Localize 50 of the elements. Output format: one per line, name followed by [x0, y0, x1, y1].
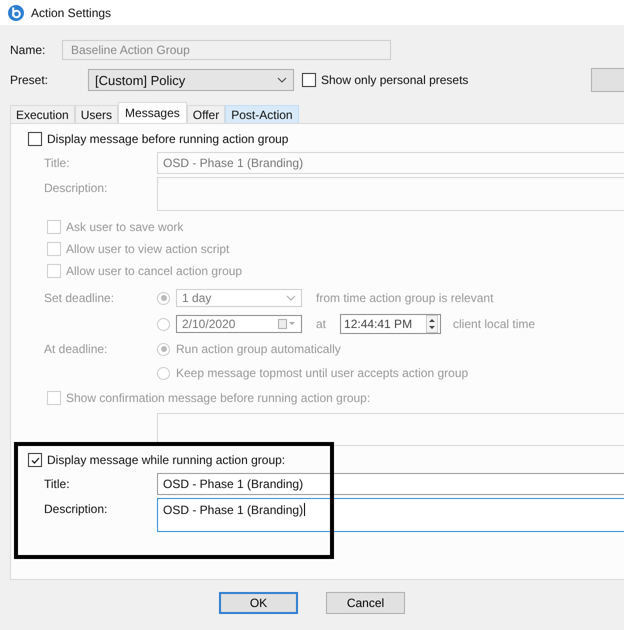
time-field[interactable]: 12:44:41 PM: [340, 314, 442, 334]
radio-label: Run action group automatically: [176, 342, 341, 356]
checkbox-label: Display message before running action group: [47, 132, 288, 146]
field-label: Preset:: [9, 73, 50, 87]
duration-dropdown[interactable]: 1 day: [176, 289, 302, 307]
date-picker[interactable]: 2/10/2020: [176, 315, 302, 333]
radio-button[interactable]: [157, 292, 170, 304]
chevron-icon: [277, 77, 287, 83]
calendar-icon: [278, 319, 296, 329]
field-label: Set deadline:: [43, 291, 116, 305]
preset-dropdown[interactable]: [Custom] Policy: [88, 69, 294, 91]
radio-button[interactable]: [157, 366, 170, 380]
field-label: Title:: [43, 476, 71, 491]
chevron-icon: [286, 295, 296, 301]
field-label: Title:: [43, 155, 71, 170]
side-button[interactable]: [591, 68, 624, 92]
option-text: at: [316, 317, 326, 331]
radio-label: Keep message topmost until user accepts action group: [176, 366, 468, 380]
option-text: from time action group is relevant: [316, 291, 494, 305]
checkbox-label: Ask user to save work: [66, 220, 184, 234]
tab[interactable]: Users: [74, 105, 118, 123]
field-label: Description:: [43, 501, 108, 516]
tab[interactable]: Offer: [186, 105, 226, 123]
option-text: client local time: [453, 317, 536, 331]
checkbox-label: Display message while running action group:: [47, 453, 286, 467]
window-title: Action Settings: [31, 6, 112, 20]
checkbox-label: Allow user to cancel action group: [66, 264, 242, 278]
description-field[interactable]: [157, 177, 624, 211]
radio-button[interactable]: [157, 342, 170, 356]
field-label: Name:: [9, 42, 46, 56]
field-label: Description:: [43, 180, 108, 195]
radio-button[interactable]: [157, 318, 170, 330]
tab[interactable]: Execution: [10, 105, 75, 123]
checkbox[interactable]: [302, 73, 316, 87]
dialog-button[interactable]: Cancel: [326, 592, 405, 614]
app-icon: [8, 4, 24, 20]
description-field[interactable]: OSD - Phase 1 (Branding): [157, 498, 624, 532]
title-field[interactable]: OSD - Phase 1 (Branding): [157, 152, 624, 174]
spinner-icon: [426, 315, 438, 333]
dialog-button[interactable]: OK: [219, 592, 298, 614]
title-field[interactable]: OSD - Phase 1 (Branding): [157, 473, 624, 495]
tab[interactable]: Post-Action: [225, 105, 299, 123]
confirmation-field[interactable]: [157, 413, 624, 446]
checkbox-label: Allow user to view action script: [66, 242, 230, 256]
tab[interactable]: Messages: [118, 102, 187, 123]
checkbox[interactable]: [28, 132, 42, 146]
checkbox-label: Show confirmation message before running action group:: [66, 391, 370, 405]
field-label: At deadline:: [43, 342, 108, 356]
checkbox[interactable]: [28, 453, 42, 467]
checkbox-label: Show only personal presets: [321, 73, 468, 87]
